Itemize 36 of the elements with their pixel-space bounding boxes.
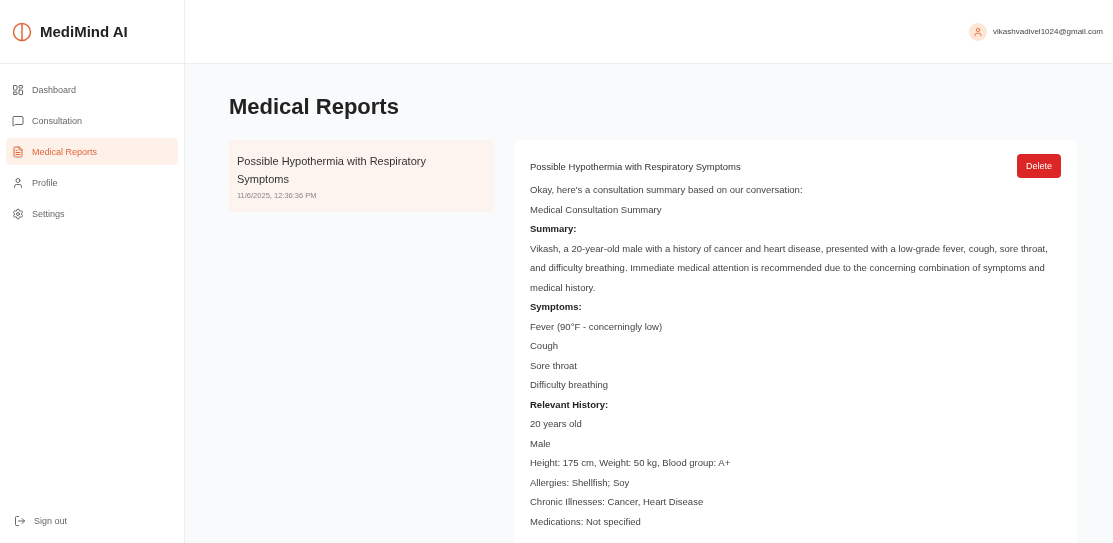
sidebar-item[interactable]: Medical Reports	[6, 138, 178, 165]
report-text: Medications: Not specified	[530, 514, 642, 529]
report-text: 20 years old	[530, 417, 583, 431]
brand-name: MediMind AI	[40, 23, 128, 40]
report-title: Possible Hypothermia with Respiratory Symptoms	[237, 154, 427, 187]
report-text: Cough	[530, 339, 559, 353]
sidebar-item[interactable]: Profile	[6, 169, 178, 196]
dashboard-icon	[12, 83, 24, 96]
report-text: Male	[530, 436, 552, 451]
report-text: Vikash, a 20-year-old male with a history of cancer and heart disease, presented with a low-grade fever, cough, sore throat, and difficulty breathing. Immediate medical attention is recommended due to the concerning combination of symptoms and medical history.	[530, 241, 1049, 295]
document-icon	[12, 145, 24, 158]
report-text: Difficulty breathing	[530, 378, 609, 392]
report-text: Medical Consultation Summary	[530, 202, 663, 217]
sign-out-link[interactable]: Sign out	[0, 515, 184, 543]
report-text: Fever (90°F - concerningly low)	[530, 319, 664, 334]
user-icon	[12, 176, 24, 189]
section-heading: Relevant History:	[530, 397, 610, 412]
report-text: Chronic Illnesses: Cancer, Heart Disease	[530, 495, 705, 509]
avatar-icon	[969, 22, 988, 41]
report-text: Okay, here's a consultation summary based on our conversation:	[530, 183, 804, 197]
section-heading: Summary:	[530, 222, 578, 236]
chat-icon	[12, 114, 24, 127]
delete-button[interactable]: Delete	[1017, 154, 1061, 178]
settings-icon	[12, 207, 24, 220]
report-detail-title: Possible Hypothermia with Respiratory Symptoms	[530, 160, 741, 172]
sidebar-item[interactable]: Settings	[6, 200, 178, 227]
report-text: Allergies: Shellfish; Soy	[530, 475, 631, 490]
section-heading: Symptoms:	[530, 300, 583, 314]
sign-out-icon	[14, 515, 26, 527]
page-title: Medical Reports	[229, 94, 400, 120]
sidebar-item[interactable]: Dashboard	[6, 76, 178, 103]
report-text: Sore throat	[530, 358, 578, 373]
logo-icon	[12, 21, 32, 42]
report-text: Height: 175 cm, Weight: 50 kg, Blood group: A+	[530, 456, 732, 470]
sidebar-item[interactable]: Consultation	[6, 107, 178, 134]
user-email[interactable]: vikashvadivel1024@gmail.com	[993, 27, 1103, 36]
